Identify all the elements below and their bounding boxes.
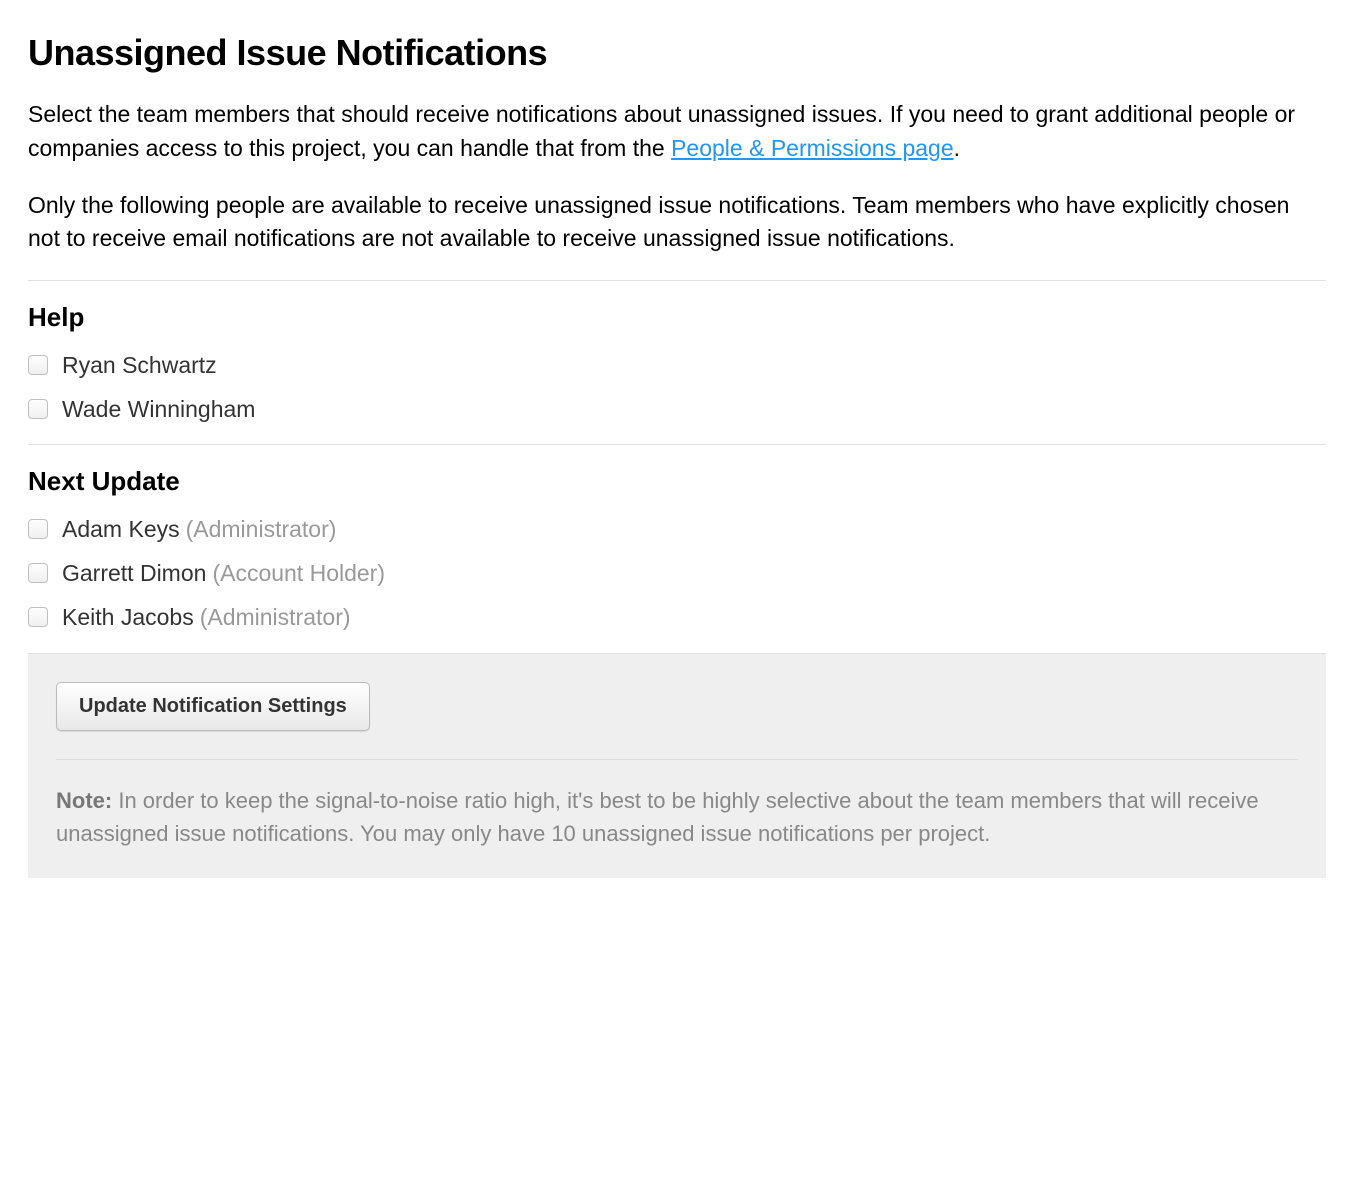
person-row: Ryan Schwartz [28,349,1326,381]
person-name: Adam Keys [62,513,180,545]
divider [28,444,1326,445]
update-notification-settings-button[interactable]: Update Notification Settings [56,682,370,731]
intro-text-suffix: . [954,135,960,161]
footer-box: Update Notification Settings Note: In or… [28,653,1326,878]
divider [28,280,1326,281]
person-role: (Administrator) [186,513,337,545]
person-checkbox[interactable] [28,563,48,583]
people-permissions-link[interactable]: People & Permissions page [671,135,954,161]
person-checkbox[interactable] [28,519,48,539]
person-name: Garrett Dimon [62,557,206,589]
person-row: Adam Keys (Administrator) [28,513,1326,545]
intro-paragraph-1: Select the team members that should rece… [28,98,1326,165]
person-name: Keith Jacobs [62,601,194,633]
person-row: Garrett Dimon (Account Holder) [28,557,1326,589]
note-paragraph: Note: In order to keep the signal-to-noi… [56,784,1298,850]
note-divider [56,759,1298,760]
intro-text-prefix: Select the team members that should rece… [28,101,1295,160]
person-role: (Administrator) [200,601,351,633]
person-checkbox[interactable] [28,607,48,627]
person-role: (Account Holder) [212,557,385,589]
person-row: Keith Jacobs (Administrator) [28,601,1326,633]
note-label: Note: [56,788,112,813]
section-title-help: Help [28,299,1326,335]
person-checkbox[interactable] [28,355,48,375]
section-title-next-update: Next Update [28,463,1326,499]
person-name: Ryan Schwartz [62,349,217,381]
person-name: Wade Winningham [62,393,255,425]
person-row: Wade Winningham [28,393,1326,425]
intro-paragraph-2: Only the following people are available … [28,189,1326,256]
page-title: Unassigned Issue Notifications [28,28,1326,78]
person-checkbox[interactable] [28,399,48,419]
note-body: In order to keep the signal-to-noise rat… [56,788,1259,846]
